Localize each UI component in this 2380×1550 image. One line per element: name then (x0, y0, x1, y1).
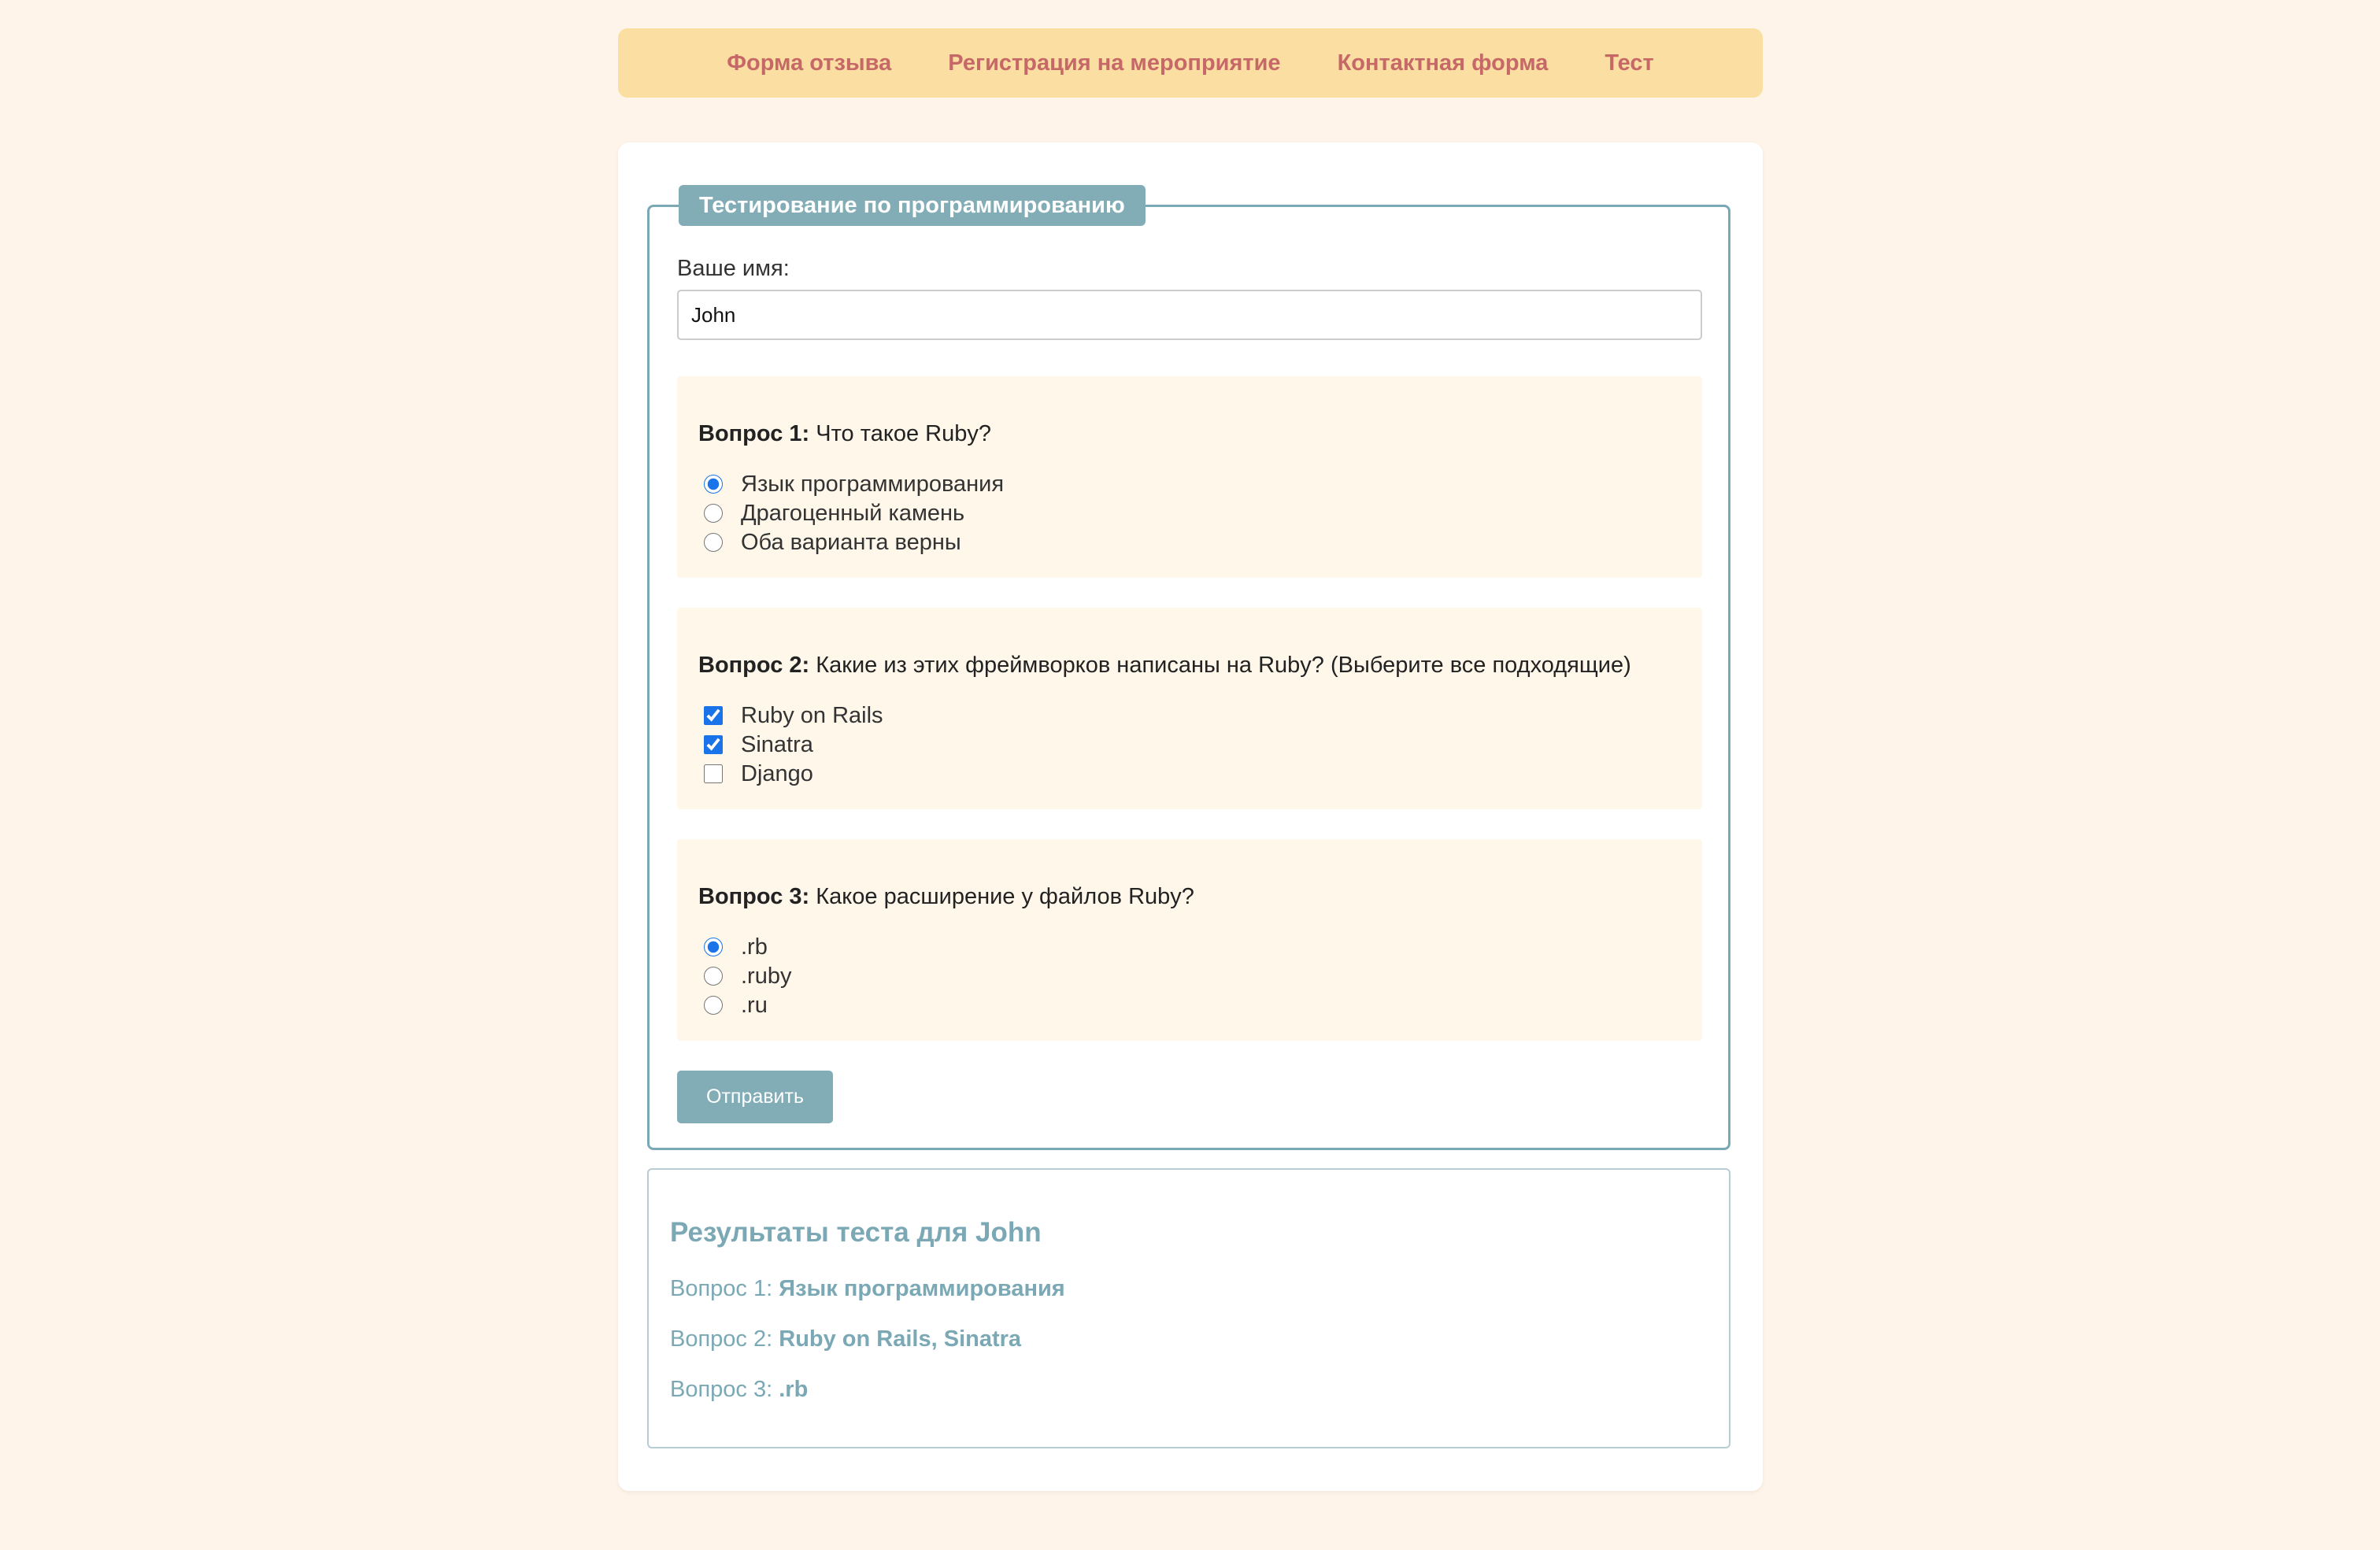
results-panel: Результаты теста для John Вопрос 1: Язык… (647, 1168, 1730, 1448)
question-1-option-3[interactable]: Оба варианта верны (704, 528, 961, 557)
checkbox[interactable] (704, 735, 723, 754)
question-3-text: Какое расширение у файлов Ruby? (816, 884, 1194, 909)
name-label: Ваше имя: (677, 256, 790, 281)
option-label: Оба варианта верны (741, 529, 961, 555)
result-line-3: Вопрос 3: .rb (670, 1377, 808, 1403)
option-label: Ruby on Rails (741, 702, 883, 728)
radio-button[interactable] (704, 475, 723, 494)
top-nav: Форма отзыва Регистрация на мероприятие … (618, 28, 1763, 98)
result-prefix: Вопрос 3: (670, 1377, 773, 1402)
question-2-text: Какие из этих фреймворков написаны на Ru… (816, 653, 1631, 678)
submit-button[interactable]: Отправить (677, 1071, 833, 1123)
option-label: Django (741, 760, 813, 786)
question-2-number: Вопрос 2: (698, 653, 810, 678)
question-3-option-1[interactable]: .rb (704, 933, 768, 961)
question-1-text: Что такое Ruby? (816, 421, 991, 446)
question-2-title: Вопрос 2: Какие из этих фреймворков напи… (698, 653, 1631, 679)
result-answer: Язык программирования (779, 1276, 1065, 1301)
radio-button[interactable] (704, 504, 723, 523)
result-answer: Ruby on Rails, Sinatra (779, 1326, 1022, 1352)
option-label: Sinatra (741, 731, 813, 757)
question-1-option-2[interactable]: Драгоценный камень (704, 499, 964, 527)
radio-button[interactable] (704, 533, 723, 552)
question-1: Вопрос 1: Что такое Ruby? Язык программи… (677, 376, 1702, 578)
question-1-title: Вопрос 1: Что такое Ruby? (698, 421, 991, 447)
checkbox[interactable] (704, 764, 723, 783)
question-2-option-3[interactable]: Django (704, 760, 813, 788)
radio-button[interactable] (704, 996, 723, 1015)
result-line-2: Вопрос 2: Ruby on Rails, Sinatra (670, 1326, 1021, 1352)
question-1-option-1[interactable]: Язык программирования (704, 470, 1004, 498)
nav-link-event-registration[interactable]: Регистрация на мероприятие (948, 50, 1280, 76)
result-line-1: Вопрос 1: Язык программирования (670, 1276, 1065, 1302)
radio-button[interactable] (704, 967, 723, 986)
question-1-number: Вопрос 1: (698, 421, 810, 446)
question-2-option-1[interactable]: Ruby on Rails (704, 701, 883, 730)
option-label: Драгоценный камень (741, 500, 965, 526)
option-label: .ru (741, 992, 768, 1018)
option-label: Язык программирования (741, 471, 1005, 497)
question-3-option-2[interactable]: .ruby (704, 962, 791, 990)
nav-link-feedback-form[interactable]: Форма отзыва (727, 50, 891, 76)
question-3-number: Вопрос 3: (698, 884, 810, 909)
result-answer: .rb (779, 1377, 809, 1402)
checkbox[interactable] (704, 706, 723, 725)
nav-link-test[interactable]: Тест (1605, 50, 1653, 76)
question-2-option-2[interactable]: Sinatra (704, 731, 813, 759)
question-3: Вопрос 3: Какое расширение у файлов Ruby… (677, 839, 1702, 1041)
question-3-title: Вопрос 3: Какое расширение у файлов Ruby… (698, 884, 1194, 910)
quiz-legend: Тестирование по программированию (679, 185, 1146, 226)
result-prefix: Вопрос 2: (670, 1326, 773, 1352)
result-prefix: Вопрос 1: (670, 1276, 773, 1301)
option-label: .rb (741, 934, 768, 960)
option-label: .ruby (741, 963, 792, 989)
question-2: Вопрос 2: Какие из этих фреймворков напи… (677, 608, 1702, 809)
nav-link-contact-form[interactable]: Контактная форма (1338, 50, 1549, 76)
name-input[interactable] (677, 290, 1702, 340)
results-title: Результаты теста для John (670, 1217, 1042, 1248)
radio-button[interactable] (704, 938, 723, 956)
question-3-option-3[interactable]: .ru (704, 991, 768, 1019)
